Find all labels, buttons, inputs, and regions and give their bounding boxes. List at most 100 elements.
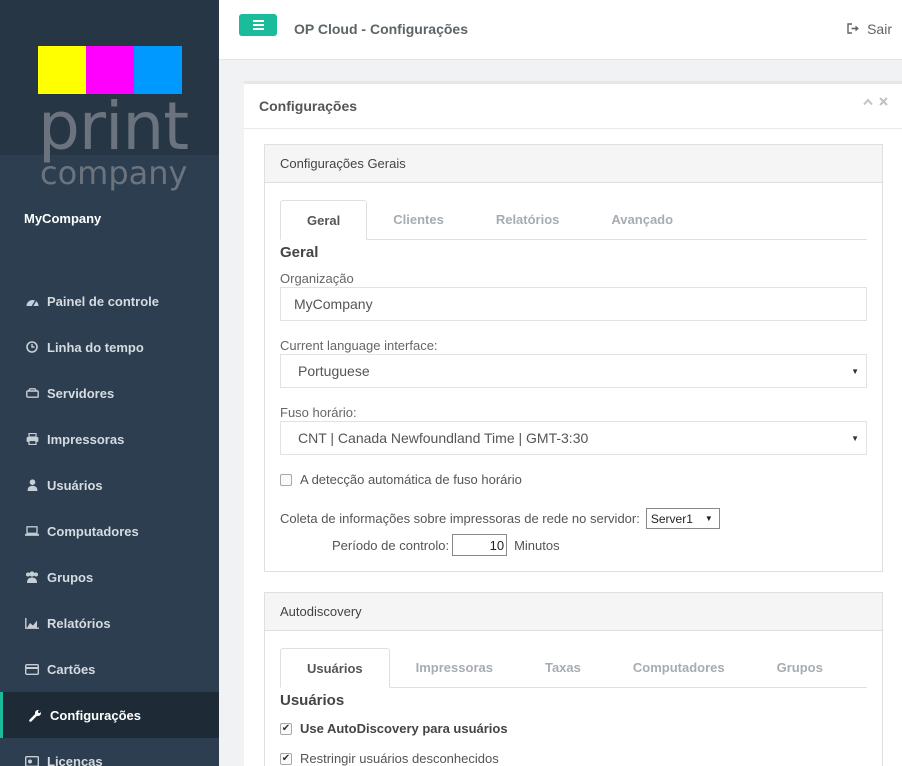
- sidebar-item-label: Licenças: [47, 753, 103, 766]
- general-settings-header: Configurações Gerais: [265, 145, 882, 183]
- use-autodiscovery-checkbox[interactable]: ✔: [280, 722, 292, 735]
- timezone-select[interactable]: CNT | Canada Newfoundland Time | GMT-3:3…: [280, 421, 867, 455]
- logo-square-magenta: [86, 46, 134, 94]
- server-select-value: Server1: [650, 511, 693, 526]
- caret-down-icon: ▼: [851, 434, 859, 443]
- top-bar: OP Cloud - Configurações Sair: [219, 0, 902, 60]
- organization-label: Organização: [280, 271, 354, 286]
- organization-input[interactable]: MyCompany: [280, 287, 867, 321]
- panel-title: Configurações: [259, 98, 358, 114]
- autodiscovery-header: Autodiscovery: [265, 593, 882, 631]
- sidebar-item-label: Configurações: [50, 707, 142, 723]
- caret-down-icon: ▼: [851, 367, 859, 376]
- sidebar-item-servidores[interactable]: Servidores: [0, 370, 219, 416]
- sidebar-item-grupos[interactable]: Grupos: [0, 554, 219, 600]
- sidebar-item-label: Cartões: [47, 661, 96, 677]
- restrict-unknown-checkbox[interactable]: ✔: [280, 752, 292, 765]
- sidebar-nav: Painel de controle Linha do tempo Servid…: [0, 278, 219, 766]
- timezone-select-value: CNT | Canada Newfoundland Time | GMT-3:3…: [298, 430, 589, 446]
- settings-panel: Configurações Configurações Gerais Geral…: [244, 81, 902, 766]
- sidebar-item-label: Linha do tempo: [47, 339, 144, 355]
- logout-button[interactable]: Sair: [847, 21, 892, 37]
- logo-square-blue: [134, 46, 182, 94]
- laptop-icon: [24, 524, 40, 538]
- hamburger-icon: [252, 20, 264, 22]
- caret-down-icon: ▼: [704, 514, 713, 523]
- section-title-usuarios: Usuários: [280, 692, 345, 709]
- tab-taxas[interactable]: Taxas: [519, 648, 607, 687]
- sidebar-item-impressoras[interactable]: Impressoras: [0, 416, 219, 462]
- sidebar-item-relatorios[interactable]: Relatórios: [0, 600, 219, 646]
- logout-label: Sair: [867, 21, 892, 37]
- sidebar-item-label: Impressoras: [47, 431, 125, 447]
- auto-timezone-checkbox[interactable]: [280, 473, 292, 486]
- sidebar-item-painel[interactable]: Painel de controle: [0, 278, 219, 324]
- language-select-value: Portuguese: [298, 363, 370, 379]
- network-collection-row: Coleta de informações sobre impressoras …: [280, 508, 720, 529]
- sidebar-item-computadores[interactable]: Computadores: [0, 508, 219, 554]
- sidebar-item-linha-do-tempo[interactable]: Linha do tempo: [0, 324, 219, 370]
- sidebar-item-usuarios[interactable]: Usuários: [0, 462, 219, 508]
- network-collection-label: Coleta de informações sobre impressoras …: [280, 511, 640, 526]
- sidebar-item-configuracoes[interactable]: Configurações: [0, 692, 219, 738]
- restrict-unknown-row: ✔ Restringir usuários desconhecidos: [280, 751, 499, 766]
- users-icon: [24, 570, 40, 584]
- page-title: OP Cloud - Configurações: [294, 21, 468, 37]
- company-name: MyCompany: [24, 211, 102, 226]
- autodiscovery-tabs: Usuários Impressoras Taxas Computadores …: [280, 648, 867, 688]
- tab-clientes[interactable]: Clientes: [367, 200, 470, 239]
- control-period-unit: Minutos: [514, 537, 560, 553]
- card-icon: [24, 662, 40, 676]
- tab-computadores[interactable]: Computadores: [607, 648, 751, 687]
- logo-print-text: print: [38, 88, 189, 165]
- sidebar-item-label: Grupos: [47, 569, 94, 585]
- wrench-icon: [27, 708, 43, 722]
- server-select[interactable]: Server1 ▼: [645, 508, 720, 529]
- menu-toggle-button[interactable]: [239, 14, 277, 36]
- use-autodiscovery-label: Use AutoDiscovery para usuários: [300, 721, 508, 736]
- section-title-geral: Geral: [280, 244, 319, 261]
- general-tabs: Geral Clientes Relatórios Avançado: [280, 200, 867, 240]
- clock-icon: [24, 340, 40, 354]
- sidebar-item-licencas[interactable]: Licenças: [0, 738, 219, 766]
- tab-avancado[interactable]: Avançado: [585, 200, 699, 239]
- collapse-icon[interactable]: [863, 97, 873, 109]
- logo-color-squares: [38, 46, 182, 94]
- tab-impressoras[interactable]: Impressoras: [390, 648, 519, 687]
- restrict-unknown-label: Restringir usuários desconhecidos: [300, 751, 499, 766]
- control-period-label: Período de controlo:: [332, 537, 450, 553]
- use-autodiscovery-row: ✔ Use AutoDiscovery para usuários: [280, 721, 508, 736]
- sidebar-item-label: Servidores: [47, 385, 115, 401]
- settings-panel-header: Configurações: [244, 84, 902, 129]
- sign-out-icon: [847, 22, 860, 37]
- tab-relatorios[interactable]: Relatórios: [470, 200, 586, 239]
- autodiscovery-box: Autodiscovery Usuários Impressoras Taxas…: [264, 592, 883, 766]
- user-icon: [24, 478, 40, 492]
- dashboard-icon: [24, 294, 40, 308]
- sidebar-item-cartoes[interactable]: Cartões: [0, 646, 219, 692]
- sidebar-item-label: Painel de controle: [47, 293, 159, 309]
- server-icon: [24, 386, 40, 400]
- sidebar-item-label: Relatórios: [47, 615, 111, 631]
- license-icon: [24, 754, 40, 766]
- printer-icon: [24, 432, 40, 446]
- tab-usuarios[interactable]: Usuários: [280, 648, 390, 688]
- logo-square-yellow: [38, 46, 86, 94]
- timezone-label: Fuso horário:: [280, 405, 357, 420]
- logo-company-text: company: [40, 154, 188, 192]
- language-select[interactable]: Portuguese ▼: [280, 354, 867, 388]
- general-settings-box: Configurações Gerais Geral Clientes Rela…: [264, 144, 883, 572]
- tab-grupos[interactable]: Grupos: [751, 648, 849, 687]
- tab-geral[interactable]: Geral: [280, 200, 368, 240]
- control-period-input[interactable]: 10: [452, 534, 508, 556]
- sidebar: print company MyCompany Painel de contro…: [0, 0, 219, 766]
- language-label: Current language interface:: [280, 338, 438, 353]
- auto-timezone-row: A detecção automática de fuso horário: [280, 472, 522, 487]
- close-icon[interactable]: [879, 97, 888, 109]
- area-chart-icon: [24, 616, 40, 630]
- sidebar-item-label: Computadores: [47, 523, 139, 539]
- auto-timezone-label: A detecção automática de fuso horário: [300, 472, 522, 487]
- control-period-row: Período de controlo: 10 Minutos: [332, 534, 560, 556]
- panel-tools: [863, 97, 888, 109]
- sidebar-item-label: Usuários: [47, 477, 103, 493]
